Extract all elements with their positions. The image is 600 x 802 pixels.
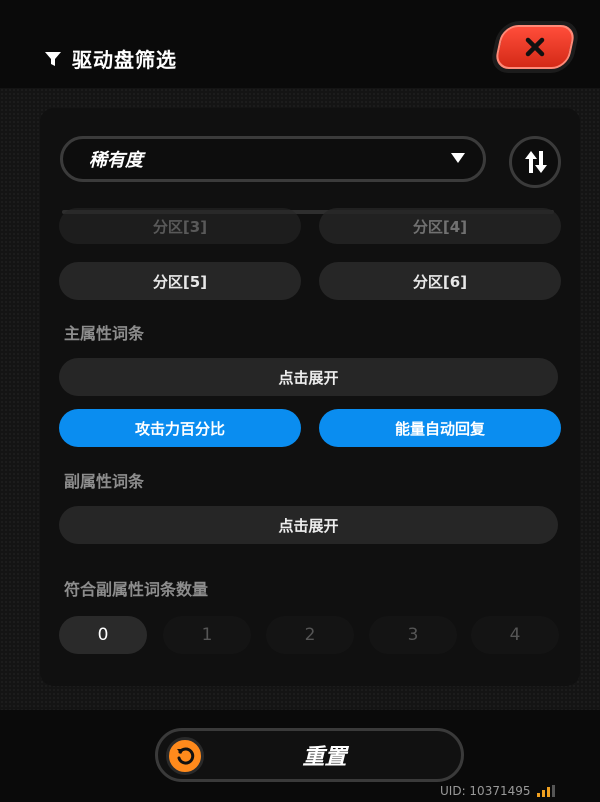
sort-dropdown-value: 稀有度: [89, 150, 143, 171]
count-label: 4: [509, 625, 521, 645]
sub-count-option-4[interactable]: 4: [471, 616, 559, 654]
footer-bar: 重置 UID: 10371495: [0, 710, 600, 802]
reset-icon: [166, 737, 204, 775]
chevron-down-icon: [451, 153, 465, 163]
expand-label: 点击展开: [278, 368, 339, 387]
partition-chip-4[interactable]: 分区[4]: [319, 208, 561, 244]
sub-stat-label: 副属性词条: [64, 472, 145, 491]
header-bar: 驱动盘筛选: [0, 0, 600, 88]
partition-label: 分区[3]: [152, 217, 208, 236]
partition-chip-5[interactable]: 分区[5]: [59, 262, 301, 300]
main-stat-chip-energy-regen[interactable]: 能量自动回复: [319, 409, 561, 447]
main-stat-label: 主属性词条: [64, 324, 145, 343]
page-title: 驱动盘筛选: [44, 44, 177, 73]
partition-chip-6[interactable]: 分区[6]: [319, 262, 561, 300]
sub-count-option-1[interactable]: 1: [163, 616, 251, 654]
reset-button[interactable]: 重置: [155, 728, 464, 782]
expand-label: 点击展开: [278, 516, 339, 535]
sub-count-option-2[interactable]: 2: [266, 616, 354, 654]
main-stat-option-label: 能量自动回复: [394, 419, 485, 438]
main-stat-chip-atk-percent[interactable]: 攻击力百分比: [59, 409, 301, 447]
filter-icon: [45, 51, 61, 66]
close-button[interactable]: [488, 21, 582, 73]
sub-stat-expand-button[interactable]: 点击展开: [59, 506, 558, 544]
partition-label: 分区[4]: [412, 217, 468, 236]
main-stat-option-label: 攻击力百分比: [134, 419, 225, 438]
sort-order-button[interactable]: [509, 136, 561, 188]
page-title-text: 驱动盘筛选: [72, 48, 177, 72]
count-label: 1: [201, 625, 213, 645]
uid-text: UID: 10371495: [440, 784, 531, 798]
sub-count-option-0[interactable]: 0: [59, 616, 147, 654]
sort-order-icon: [525, 151, 547, 173]
sub-count-label: 符合副属性词条数量: [64, 580, 209, 599]
count-label: 2: [304, 625, 316, 645]
partition-label: 分区[5]: [152, 272, 208, 291]
sub-count-option-3[interactable]: 3: [369, 616, 457, 654]
count-label: 3: [407, 625, 419, 645]
partition-label: 分区[6]: [412, 272, 468, 291]
filter-panel: 稀有度 分区[3] 分区[4] 分区[5] 分区[6] 主属性词条 点击展开 攻…: [40, 108, 580, 686]
sub-count-selector: 0 1 2 3 4: [59, 616, 559, 654]
close-icon: [525, 37, 545, 57]
main-stat-expand-button[interactable]: 点击展开: [59, 358, 558, 396]
count-label: 0: [97, 625, 109, 645]
partition-chip-3[interactable]: 分区[3]: [59, 208, 301, 244]
signal-icon: [536, 785, 555, 797]
sort-dropdown[interactable]: 稀有度: [60, 136, 486, 182]
uid-display: UID: 10371495: [440, 784, 555, 798]
